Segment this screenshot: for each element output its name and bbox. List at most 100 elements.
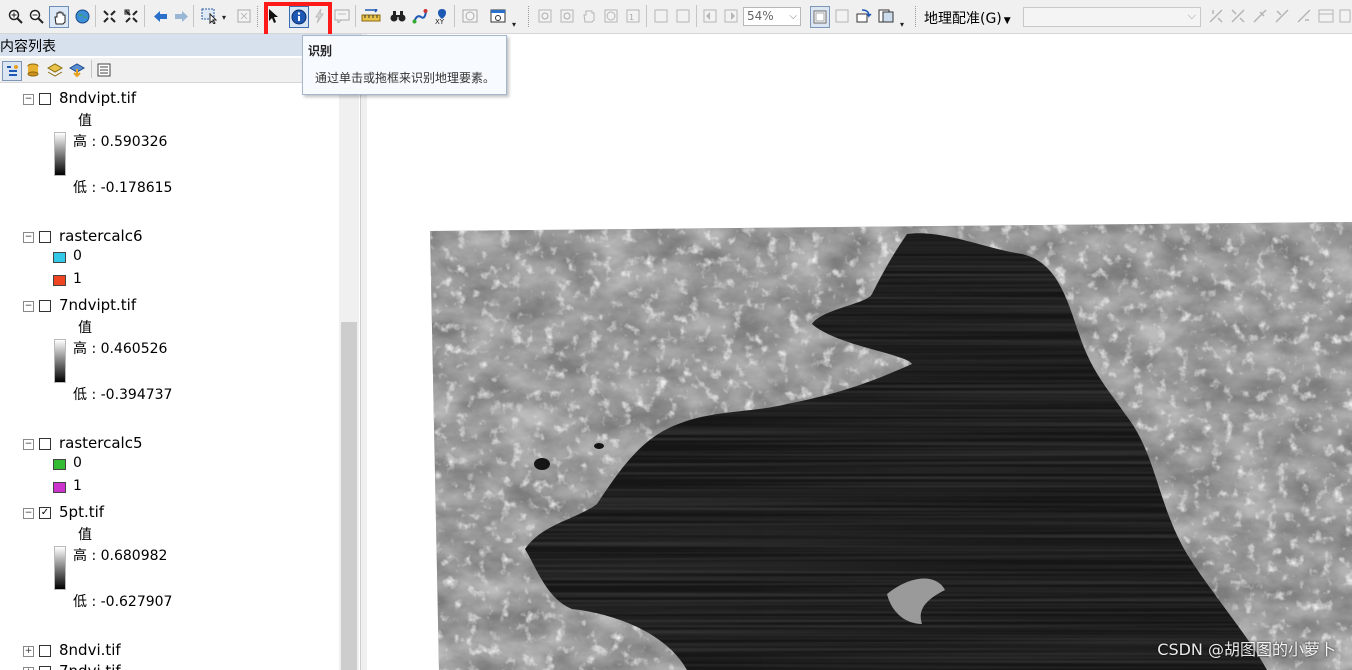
list-by-source-icon[interactable] [24, 61, 42, 79]
layout-full-page-icon[interactable] [602, 6, 620, 26]
select-features-icon[interactable] [200, 6, 222, 26]
collapse-icon[interactable]: − [23, 508, 34, 519]
layout-fixed-zoom-out-icon[interactable] [674, 6, 692, 26]
map-view[interactable]: CSDN @胡图图的小萝卜 [367, 34, 1352, 670]
class-swatch[interactable] [53, 459, 66, 470]
view-link-table-icon[interactable] [1295, 6, 1313, 26]
viewer-icon[interactable] [1339, 6, 1351, 26]
layer-visibility-checkbox[interactable] [39, 666, 51, 670]
create-viewer-window-icon[interactable] [489, 6, 507, 26]
layer-visibility-checkbox[interactable] [39, 231, 51, 243]
layout-actual-size-icon[interactable]: 1 [624, 6, 642, 26]
collapse-icon[interactable]: − [23, 439, 34, 450]
zoom-level-combo[interactable]: 54% ⌵ [743, 7, 801, 26]
fixed-zoom-out-icon[interactable] [122, 6, 140, 26]
layer-visibility-checkbox-checked[interactable]: ✓ [39, 507, 51, 519]
tooltip-title: 识别 [308, 44, 333, 58]
focus-data-frame-icon[interactable] [833, 6, 851, 26]
collapse-icon[interactable]: − [23, 301, 34, 312]
chevron-down-icon[interactable]: ⌵ [789, 8, 797, 25]
class-label: 0 [73, 248, 82, 264]
add-control-points-icon[interactable] [1251, 6, 1269, 26]
back-icon[interactable] [151, 6, 169, 26]
hyperlink-icon[interactable] [310, 6, 328, 26]
pan-icon[interactable] [49, 6, 69, 28]
zoom-in-icon[interactable] [6, 6, 24, 26]
collapse-icon[interactable]: − [23, 94, 34, 105]
layer-item[interactable]: + 8ndvi.tif [0, 641, 336, 663]
class-swatch[interactable] [53, 275, 66, 286]
raster-image [430, 222, 1352, 670]
layer-item[interactable]: − 7ndvipt.tif [0, 296, 336, 318]
fixed-zoom-in-icon[interactable] [100, 6, 118, 26]
table-of-contents-panel: 内容列表 ✕ − 8ndvipt.tif 值 高 : 0.590326 低 : … [0, 34, 360, 670]
tooltip-description: 通过单击或拖框来识别地理要素。 [315, 71, 496, 85]
layout-back-icon[interactable] [701, 6, 719, 26]
layer-visibility-checkbox[interactable] [39, 93, 51, 105]
class-swatch[interactable] [53, 482, 66, 493]
find-route-icon[interactable] [411, 6, 429, 26]
value-label: 值 [78, 527, 92, 543]
time-slider-icon[interactable] [461, 6, 479, 26]
stretch-color-ramp[interactable] [54, 132, 66, 176]
chevron-down-icon[interactable]: ⌵ [1188, 9, 1196, 23]
measure-icon[interactable] [361, 6, 381, 26]
stretch-color-ramp[interactable] [54, 339, 66, 383]
layout-fixed-zoom-in-icon[interactable] [652, 6, 670, 26]
change-layout-icon[interactable] [855, 6, 873, 26]
toc-scrollbar-thumb[interactable] [341, 322, 357, 670]
toc-scrollbar[interactable] [339, 84, 359, 670]
layer-item[interactable]: − 8ndvipt.tif [0, 89, 336, 111]
georeference-layer-select[interactable]: ⌵ [1023, 7, 1201, 27]
class-label: 0 [73, 455, 82, 471]
layer-name: rastercalc6 [59, 227, 143, 245]
layout-forward-icon[interactable] [722, 6, 740, 26]
class-label: 1 [73, 271, 82, 287]
layer-visibility-checkbox[interactable] [39, 645, 51, 657]
low-value: 低 : -0.394737 [73, 387, 173, 403]
layout-zoom-out-icon[interactable] [558, 6, 576, 26]
class-swatch[interactable] [53, 252, 66, 263]
layer-name: 8ndvipt.tif [59, 89, 137, 107]
layer-item[interactable]: − rastercalc5 [0, 434, 336, 456]
forward-icon[interactable] [172, 6, 190, 26]
toggle-draft-mode-icon[interactable] [810, 6, 830, 28]
layout-pan-icon[interactable] [580, 6, 598, 26]
identify-icon[interactable] [289, 6, 309, 28]
layer-item[interactable]: + 7ndvi.tif [0, 662, 336, 670]
find-icon[interactable] [389, 6, 407, 26]
class-label: 1 [73, 478, 82, 494]
zoom-out-icon[interactable] [27, 6, 45, 26]
data-driven-pages-icon[interactable] [877, 6, 895, 26]
select-elements-icon[interactable] [264, 6, 282, 26]
layer-name: 5pt.tif [59, 503, 105, 521]
toc-title: 内容列表 [0, 39, 56, 55]
caret-down-icon: ▼ [1003, 16, 1011, 26]
georeferencing-menu-label: 地理配准(G) [924, 11, 1002, 27]
main-toolbar: ▾ XY ▾ 1 54% ⌵ ▾ 地理配准(G) ▼ ⌵ [0, 0, 1352, 40]
link-table-icon[interactable] [1317, 6, 1335, 26]
layer-name: 7ndvipt.tif [59, 296, 137, 314]
shift-icon[interactable] [1229, 6, 1247, 26]
go-to-xy-icon[interactable]: XY [433, 6, 451, 26]
expand-icon[interactable]: + [23, 646, 34, 657]
list-by-drawing-order-icon[interactable] [2, 61, 22, 81]
html-popup-icon[interactable] [333, 6, 351, 26]
georeferencing-menu[interactable]: 地理配准(G) ▼ [924, 8, 1011, 28]
layer-visibility-checkbox[interactable] [39, 438, 51, 450]
toc-options-icon[interactable] [95, 61, 113, 79]
layer-item[interactable]: − ✓ 5pt.tif [0, 503, 336, 525]
identify-tooltip: 识别 通过单击或拖框来识别地理要素。 [302, 35, 507, 95]
low-value: 低 : -0.627907 [73, 594, 173, 610]
layer-item[interactable]: − rastercalc6 [0, 227, 336, 249]
layout-zoom-in-icon[interactable] [536, 6, 554, 26]
list-by-visibility-icon[interactable] [46, 61, 64, 79]
stretch-color-ramp[interactable] [54, 546, 66, 590]
collapse-icon[interactable]: − [23, 232, 34, 243]
full-extent-icon[interactable] [73, 6, 91, 26]
auto-adjust-icon[interactable] [1273, 6, 1291, 26]
rotate-icon[interactable] [1207, 6, 1225, 26]
layer-visibility-checkbox[interactable] [39, 300, 51, 312]
list-by-selection-icon[interactable] [68, 61, 86, 79]
clear-selection-icon[interactable] [235, 6, 253, 26]
